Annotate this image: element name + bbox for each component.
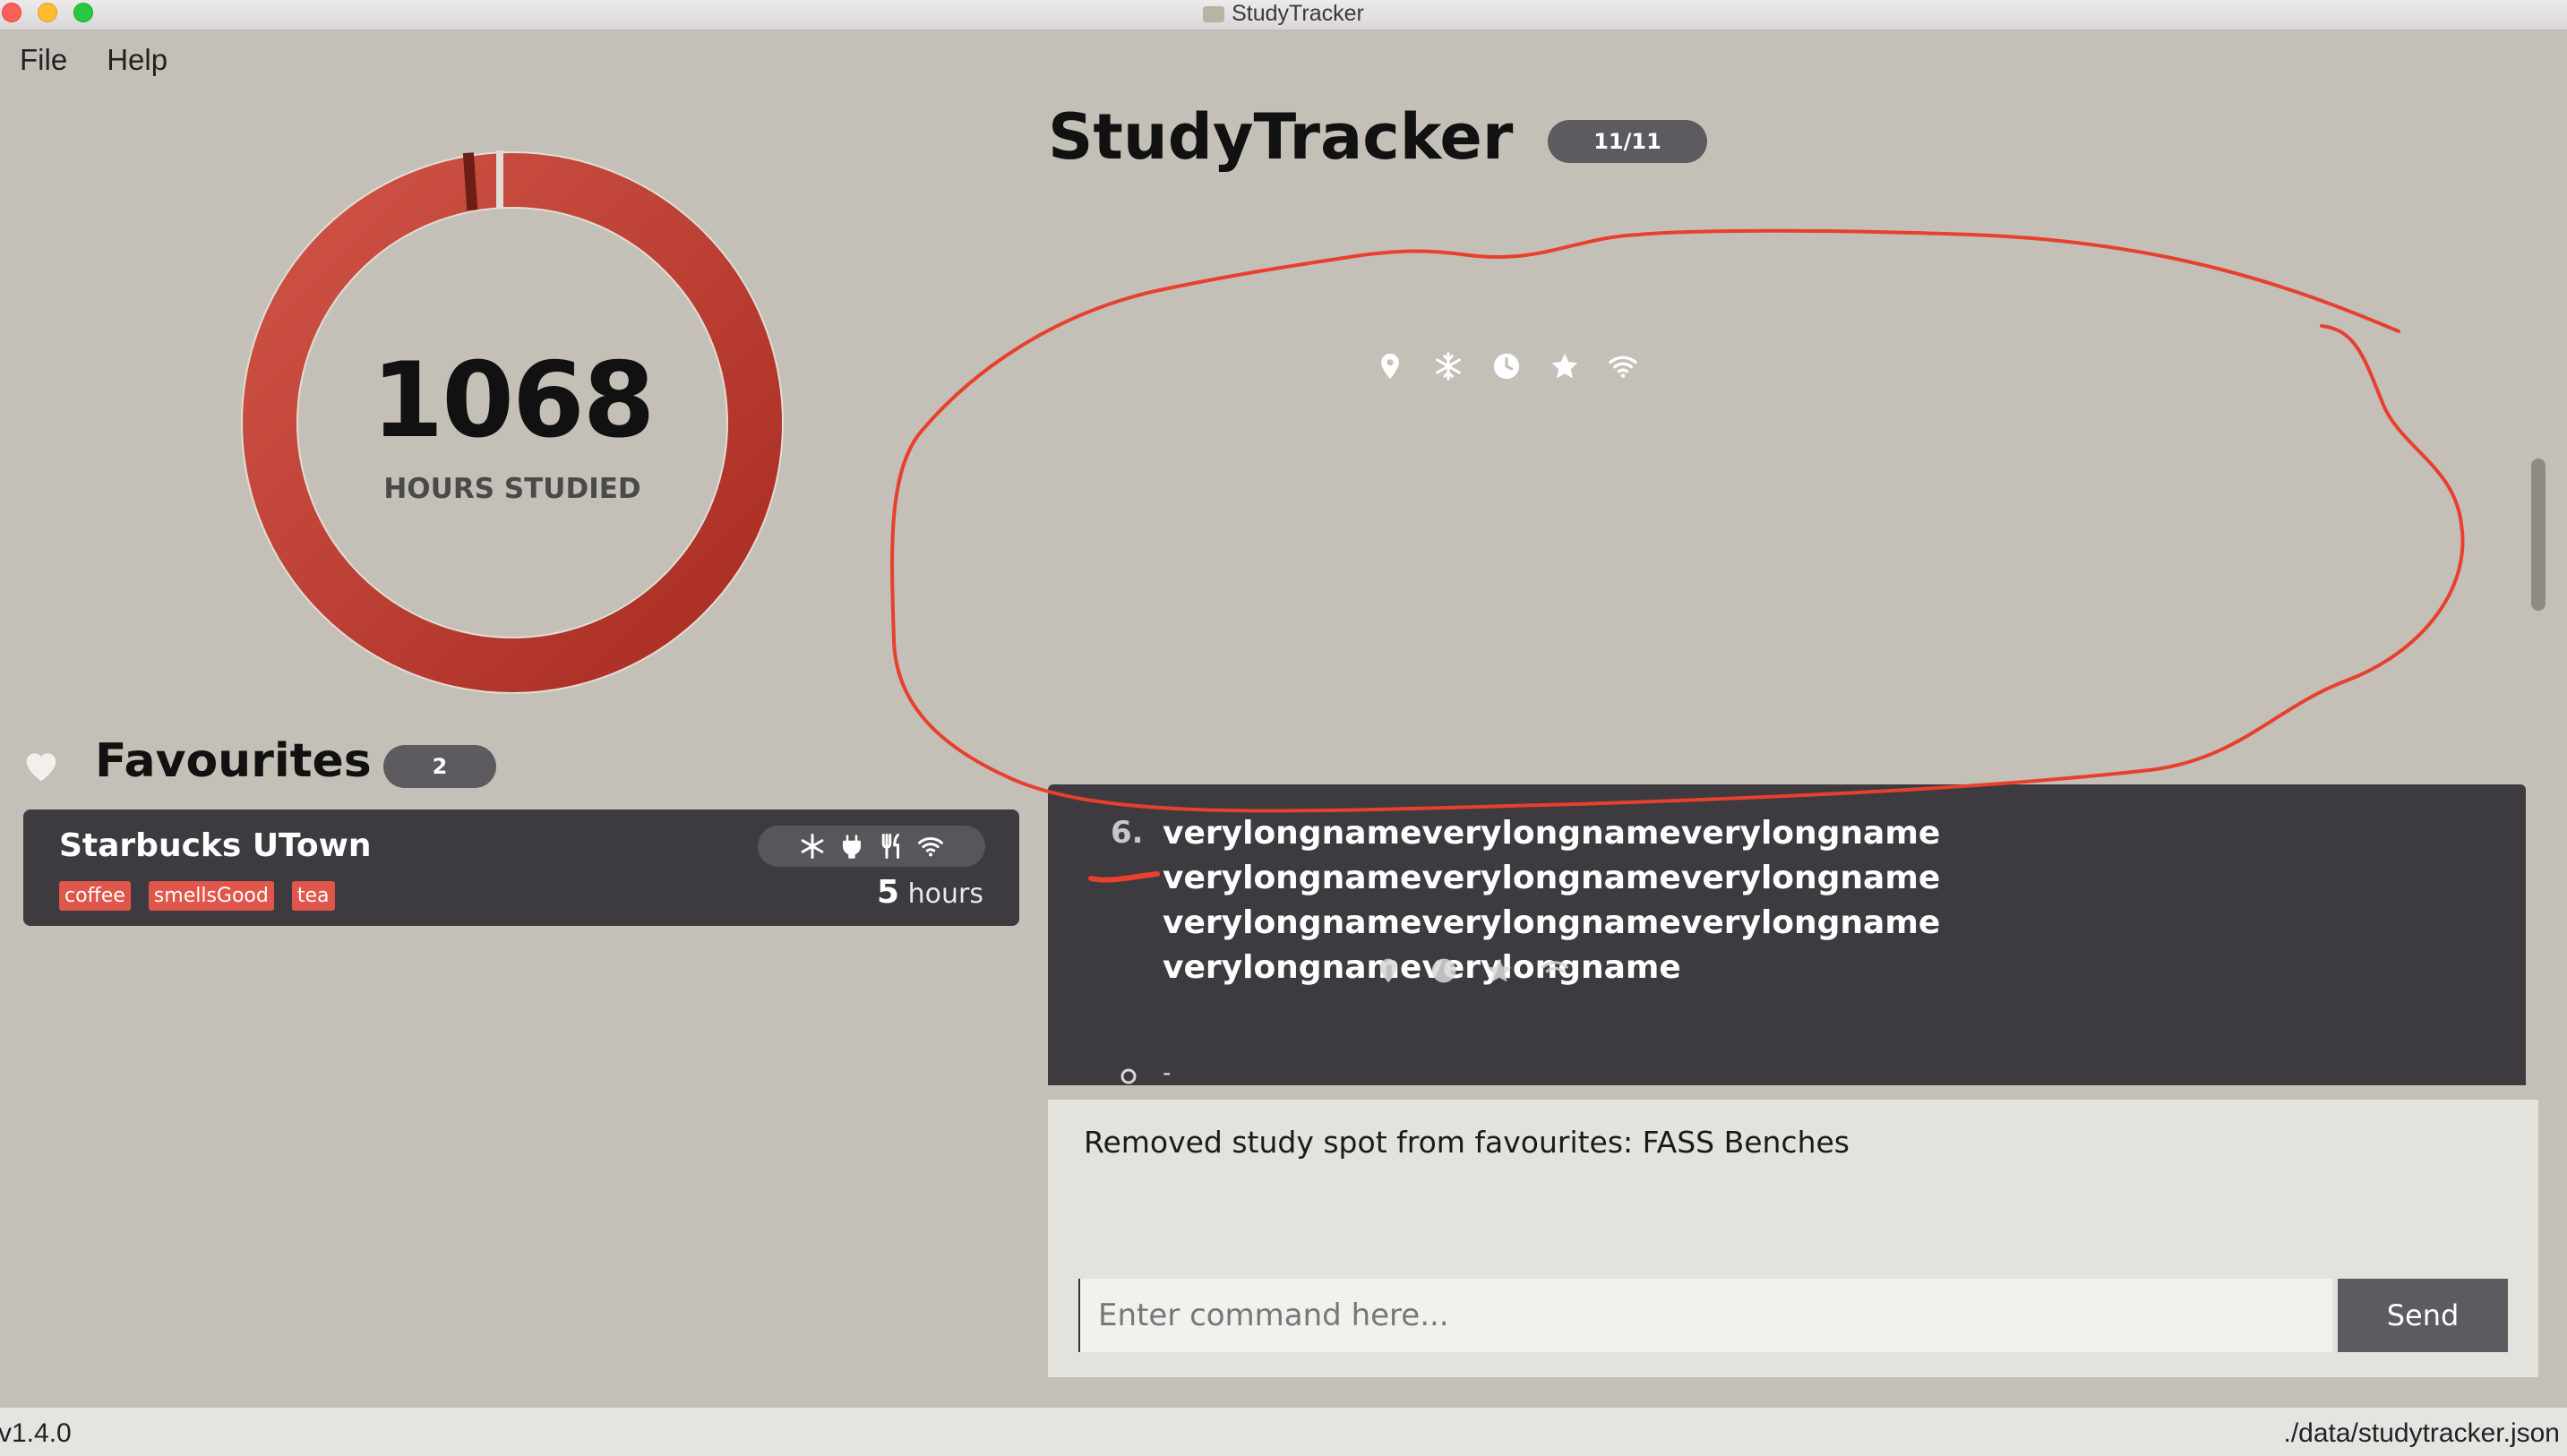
window-title-text: StudyTracker — [1232, 1, 1364, 26]
favourites-count-badge: 2 — [383, 745, 496, 788]
list-item-amenities — [1374, 956, 1569, 985]
study-spot-list[interactable]: 6. verylongnameverylongnameverylongnamev… — [1048, 784, 2526, 1085]
wifi-icon — [918, 836, 943, 857]
donut-segment-gap — [496, 150, 503, 208]
snowflake-icon — [1436, 352, 1461, 381]
spot-count-badge: 11/11 — [1548, 120, 1707, 163]
tag: smellsGood — [148, 881, 274, 911]
list-item-index: 6. — [1111, 815, 1144, 851]
clock-icon — [1431, 958, 1456, 983]
page-title: StudyTracker — [1048, 100, 1514, 174]
result-message: Removed study spot from favourites: FASS… — [1084, 1125, 1850, 1160]
window-titlebar: StudyTracker — [0, 0, 2567, 30]
app-icon — [1203, 6, 1225, 22]
star-icon — [1551, 353, 1578, 379]
utensils-icon — [881, 834, 899, 859]
selected-spot-amenities — [1375, 351, 1638, 381]
status-bar: v1.4.0 ./data/studytracker.json — [0, 1408, 2567, 1456]
snowflake-icon — [801, 834, 824, 859]
command-input[interactable] — [1078, 1279, 2332, 1352]
favourites-title: Favourites — [95, 734, 372, 788]
menu-bar: File Help — [20, 43, 167, 77]
wifi-icon — [1541, 961, 1568, 973]
location-pin-icon — [1381, 353, 1399, 380]
favourite-hours-unit: hours — [907, 878, 983, 910]
plug-icon — [843, 835, 861, 859]
scrollbar-thumb[interactable] — [2531, 458, 2546, 611]
result-display: Removed study spot from favourites: FASS… — [1048, 1100, 2538, 1377]
location-pin-icon — [1120, 1068, 1137, 1084]
hours-studied-value: 1068 — [371, 340, 656, 461]
tag: coffee — [59, 881, 131, 911]
favourite-hours-value: 5 — [877, 874, 900, 911]
wifi-icon — [1609, 355, 1637, 378]
star-icon — [1487, 958, 1512, 982]
hours-donut-chart: 1068 HOURS STUDIED — [240, 150, 785, 695]
favourite-name: Starbucks UTown — [59, 827, 372, 864]
menu-help[interactable]: Help — [107, 43, 167, 77]
version-label: v1.4.0 — [0, 1418, 72, 1448]
clock-icon — [1493, 353, 1520, 380]
favourite-amenities — [758, 826, 985, 867]
location-pin-icon — [1379, 958, 1397, 983]
tag: tea — [291, 881, 335, 911]
window-title: StudyTracker — [0, 0, 2567, 27]
send-button[interactable]: Send — [2338, 1279, 2508, 1352]
list-item-address: - — [1163, 1058, 1172, 1085]
favourite-hours: 5 hours — [877, 874, 983, 911]
menu-file[interactable]: File — [20, 43, 67, 77]
heart-icon — [26, 753, 56, 782]
favourite-card[interactable]: Starbucks UTown coffee smellsGood tea 5 … — [23, 809, 1019, 926]
hours-studied-label: HOURS STUDIED — [383, 473, 641, 505]
data-file-path: ./data/studytracker.json — [2283, 1418, 2561, 1448]
favourite-tags: coffee smellsGood tea — [59, 881, 335, 911]
